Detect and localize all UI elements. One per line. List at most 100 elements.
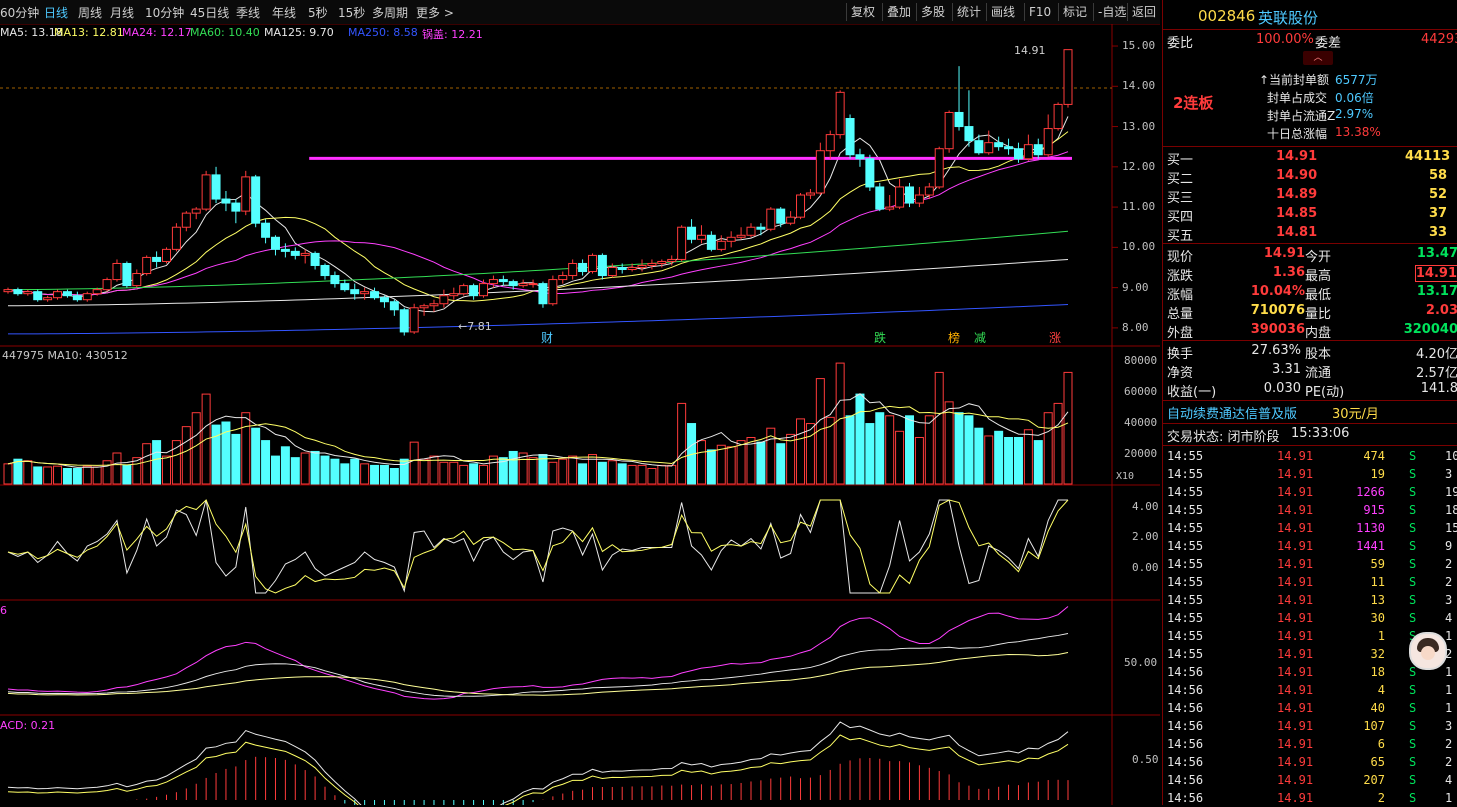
tick-volume: 474 — [1363, 449, 1385, 463]
stock-name: 英联股份 — [1258, 9, 1319, 27]
limit-row-0: ↑当前封单额 6577万 — [1163, 70, 1457, 89]
candle-body — [62, 291, 72, 297]
candle-body — [984, 142, 994, 154]
volume-bar — [72, 468, 82, 485]
tick-count: 9 — [1445, 539, 1453, 553]
volume-bar — [459, 464, 469, 485]
ind2-tick-0: 50.00 — [1124, 656, 1157, 669]
quote-value: 13.47 — [1416, 246, 1457, 261]
candle-body — [736, 234, 746, 238]
promo-banner[interactable]: 自动续费通达信普及版 30元/月 — [1163, 402, 1457, 422]
quote-row-0: 现价 14.91 今开 13.47 — [1163, 245, 1457, 265]
bid-row-2[interactable]: 买三 14.89 52 — [1163, 186, 1457, 206]
macd-tick-0: 0.50 — [1132, 753, 1159, 766]
volume-bar — [964, 415, 974, 485]
limit-value: 6577万 — [1335, 73, 1378, 87]
volume-bar — [82, 465, 92, 485]
candle-body — [439, 295, 449, 305]
candle-body — [627, 266, 637, 271]
quote-label: 外盘 — [1167, 326, 1194, 341]
volume-bar — [835, 362, 845, 485]
candle-body — [340, 283, 350, 291]
quote-value: 1.36 — [1272, 265, 1305, 280]
quote-row-2: 涨幅 10.04% 最低 13.17 — [1163, 283, 1457, 303]
tick-time: 14:55 — [1167, 449, 1204, 463]
limit-value: 13.38% — [1335, 125, 1381, 139]
limit-label: ↑当前封单额 — [1259, 73, 1330, 87]
price-tick-7: 8.00 — [1122, 320, 1149, 334]
quote-value: 320040 — [1403, 322, 1457, 337]
tick-time: 14:55 — [1167, 467, 1204, 481]
candle-body — [479, 283, 489, 297]
volume-bar — [152, 440, 162, 485]
tick-time: 14:56 — [1167, 683, 1204, 697]
tick-side: S — [1409, 593, 1417, 607]
candle-body — [142, 256, 152, 275]
price-tick-6: 9.00 — [1122, 280, 1149, 294]
ind1-slow-line — [7, 499, 1069, 594]
tick-count: 3 — [1445, 593, 1453, 607]
stat-label: PE(动) — [1305, 385, 1345, 400]
bid-row-1[interactable]: 买二 14.90 58 — [1163, 167, 1457, 187]
volume-bar — [1053, 402, 1063, 485]
price-tick-2: 13.00 — [1122, 119, 1156, 133]
quote-value: 710076 — [1250, 303, 1305, 318]
volume-bar — [33, 466, 43, 485]
tick-price: 14.91 — [1277, 737, 1314, 751]
bid-row-4[interactable]: 买五 14.81 33 — [1163, 224, 1457, 244]
candle-body — [597, 254, 607, 277]
candle-body — [796, 194, 806, 218]
kline-chart[interactable]: 14.91 ←7.81 财 跌 榜减 涨 80000 60000 40000 20000 4.00 2… — [0, 0, 1160, 805]
tick-count: 2 — [1445, 575, 1453, 589]
tick-price: 14.91 — [1277, 683, 1314, 697]
bid-row-3[interactable]: 买四 14.85 37 — [1163, 205, 1457, 225]
candle-body — [399, 309, 409, 333]
quote-value: 14.91 — [1263, 246, 1305, 261]
candle-body — [954, 111, 964, 128]
candle-body — [498, 279, 508, 283]
candle-body — [469, 285, 479, 297]
tick-side: S — [1409, 701, 1417, 715]
tick-count: 15 — [1445, 521, 1457, 535]
tick-volume: 40 — [1370, 701, 1385, 715]
volume-bar — [578, 463, 588, 485]
avatar[interactable] — [1409, 632, 1447, 670]
stat-value: 4.20亿 — [1416, 347, 1457, 362]
quote-value: 14.91 — [1414, 265, 1457, 282]
collapse-chevron-icon[interactable]: ︿ — [1303, 51, 1333, 65]
event-marker-1: 跌 — [874, 330, 886, 345]
limit-row-1: 封单占成交 0.06倍 — [1163, 88, 1457, 107]
volume-bar — [875, 412, 885, 485]
candle-body — [1013, 148, 1023, 160]
candle-body — [72, 295, 82, 301]
bid-row-0[interactable]: 买一 14.91 44113 — [1163, 148, 1457, 168]
tick-count: 1 — [1445, 701, 1453, 715]
tick-count: 4 — [1445, 773, 1453, 787]
ind1-tick-2: 0.00 — [1132, 561, 1159, 574]
candle-body — [974, 140, 984, 154]
stock-title[interactable]: 002846 英联股份 — [1163, 6, 1457, 28]
bid-price: 14.91 — [1276, 149, 1318, 164]
tick-time: 14:56 — [1167, 737, 1204, 751]
tick-count: 3 — [1445, 719, 1453, 733]
candle-body — [865, 158, 875, 188]
tick-time: 14:55 — [1167, 503, 1204, 517]
volume-bar — [914, 437, 924, 485]
candle-body — [1004, 146, 1014, 150]
tick-volume: 65 — [1370, 755, 1385, 769]
tick-count: 2 — [1445, 737, 1453, 751]
stat-label: 换手 — [1167, 347, 1194, 362]
tick-side: S — [1409, 755, 1417, 769]
tick-row-2: 14:55 14.91 1266 S 19 — [1163, 483, 1457, 501]
quote-row-4: 外盘 390036 内盘 320040 — [1163, 321, 1457, 341]
tick-row-15: 14:56 14.91 107 S 3 — [1163, 717, 1457, 735]
candle-body — [587, 254, 597, 273]
tick-volume: 107 — [1363, 719, 1385, 733]
tick-side: S — [1409, 575, 1417, 589]
tick-volume: 2 — [1377, 791, 1385, 805]
candle-body — [221, 198, 231, 204]
stat-value: 27.63% — [1251, 343, 1301, 358]
stat-row-1: 净资 3.31 流通 2.57亿 — [1163, 361, 1457, 381]
candle-body — [280, 248, 290, 252]
volume-bar — [469, 463, 479, 485]
